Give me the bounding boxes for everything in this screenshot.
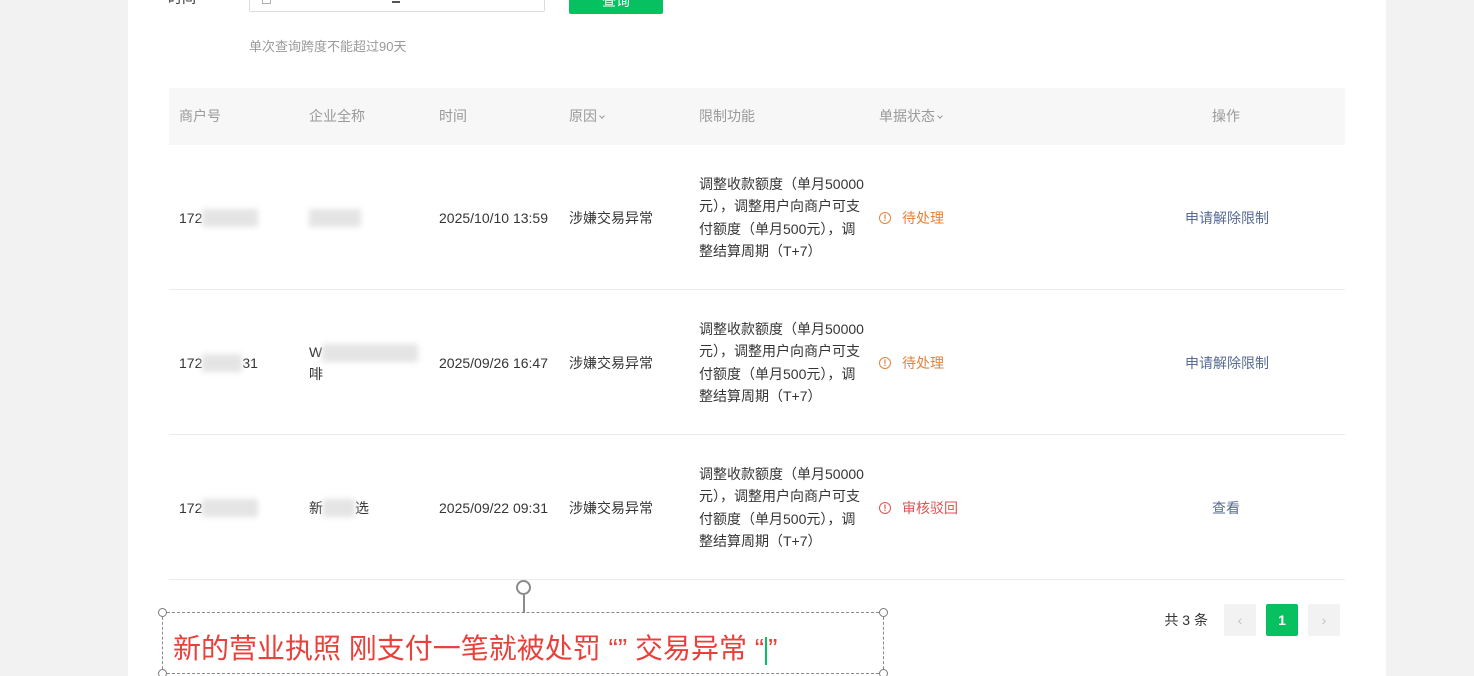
company-cell [309,145,361,290]
merchant-id: 172 [179,209,203,226]
status-cell: ! 审核驳回 [879,435,958,580]
time-cell: 2025/09/26 16:47 [439,354,548,371]
limits-cell: 调整收款额度（单月50000元），调整用户向商户可支付额度（单月500元），调整… [699,145,864,290]
header-reason-label: 原因 [569,108,597,124]
warning-circle-icon: ! [879,211,891,224]
resize-handle[interactable] [158,669,167,676]
header-time: 时间 [439,108,467,124]
header-limits: 限制功能 [699,108,755,124]
pagination: 共 3 条 ‹ 1 › [1164,604,1340,636]
restriction-table: 商户号 企业全称 时间 原因 限制功能 单据状态 操作 172 2025/10/… [169,88,1345,580]
company-name: 新 [309,499,323,516]
header-company: 企业全称 [309,108,365,124]
header-merchant-id: 商户号 [179,108,221,124]
rotate-handle-stem [523,595,525,613]
resize-handle[interactable] [158,608,167,617]
header-action: 操作 [1212,108,1240,124]
limits-text: 调整收款额度（单月50000元），调整用户向商户可支付额度（单月500元），调整… [699,175,864,260]
status-cell: ! 待处理 [879,290,944,435]
warning-circle-icon: ! [879,356,891,369]
redacted-mask [322,343,419,362]
chevron-down-icon [599,113,605,119]
status-cell: ! 待处理 [879,145,944,290]
reason-cell: 涉嫌交易异常 [569,209,653,226]
status-badge: 待处理 [902,354,944,371]
date-range-hint: 单次查询跨度不能超过90天 [249,39,407,54]
header-reason[interactable]: 原因 [569,88,605,145]
reason-cell: 涉嫌交易异常 [569,499,653,516]
prev-page-button[interactable]: ‹ [1224,604,1256,636]
merchant-id-cell: 172 [179,435,259,580]
action-cell: 申请解除限制 [1185,290,1269,435]
chevron-down-icon [937,113,943,119]
query-button[interactable]: 查询 [569,0,663,14]
action-cell: 申请解除限制 [1185,145,1269,290]
redacted-mask [202,498,259,517]
annotation-text-main: 新的营业执照 刚支付一笔就被处罚 “” 交易异常 “ [173,633,765,664]
time-filter-label: 时间 [168,0,196,8]
warning-circle-icon: ! [879,501,891,514]
company-name: W [309,343,323,360]
apply-lift-restriction-link[interactable]: 申请解除限制 [1185,353,1269,373]
resize-handle[interactable] [879,669,888,676]
redacted-mask [309,208,361,227]
date-separator-icon [392,0,400,3]
company-name-line2: 啡 [309,365,323,382]
time-cell: 2025/10/10 13:59 [439,209,548,226]
redacted-mask [202,353,243,372]
header-status[interactable]: 单据状态 [879,88,943,145]
text-cursor [765,636,768,665]
limits-text: 调整收款额度（单月50000元），调整用户向商户可支付额度（单月500元），调整… [699,465,864,550]
apply-lift-restriction-link[interactable]: 申请解除限制 [1185,208,1269,228]
merchant-id-suffix: 31 [242,354,258,371]
company-name-suffix: 选 [355,499,369,516]
annotation-textbox[interactable]: 新的营业执照 刚支付一笔就被处罚 “” 交易异常 “” [158,580,888,676]
status-badge: 待处理 [902,209,944,226]
next-page-button[interactable]: › [1308,604,1340,636]
view-link[interactable]: 查看 [1212,498,1240,518]
total-count: 共 3 条 [1164,612,1208,628]
table-header: 商户号 企业全称 时间 原因 限制功能 单据状态 操作 [169,88,1345,145]
redacted-mask [202,208,259,227]
time-cell: 2025/09/22 09:31 [439,499,548,516]
limits-cell: 调整收款额度（单月50000元），调整用户向商户可支付额度（单月500元），调整… [699,435,864,580]
date-range-input[interactable] [249,0,545,12]
rotate-handle[interactable] [516,580,531,595]
reason-cell: 涉嫌交易异常 [569,354,653,371]
merchant-id: 172 [179,354,203,371]
limits-text: 调整收款额度（单月50000元），调整用户向商户可支付额度（单月500元），调整… [699,320,864,405]
header-status-label: 单据状态 [879,108,935,124]
status-badge: 审核驳回 [902,499,958,516]
company-cell: W 啡 [309,290,419,435]
annotation-text[interactable]: 新的营业执照 刚支付一笔就被处罚 “” 交易异常 “” [173,627,777,667]
page-button-current[interactable]: 1 [1266,604,1298,636]
table-row: 172 2025/10/10 13:59 涉嫌交易异常 调整收款额度（单月500… [169,145,1345,290]
merchant-id-cell: 172 [179,145,259,290]
redacted-mask [323,498,355,517]
table-row: 172 新选 2025/09/22 09:31 涉嫌交易异常 调整收款额度（单月… [169,435,1345,580]
limits-cell: 调整收款额度（单月50000元），调整用户向商户可支付额度（单月500元），调整… [699,290,864,435]
annotation-text-end: ” [768,633,778,664]
company-cell: 新选 [309,435,369,580]
resize-handle[interactable] [879,608,888,617]
calendar-icon [262,0,271,4]
table-row: 172 31 W 啡 2025/09/26 16:47 涉嫌交易异常 调整收款额度… [169,290,1345,435]
merchant-id: 172 [179,499,203,516]
merchant-id-cell: 172 31 [179,290,258,435]
action-cell: 查看 [1212,435,1240,580]
